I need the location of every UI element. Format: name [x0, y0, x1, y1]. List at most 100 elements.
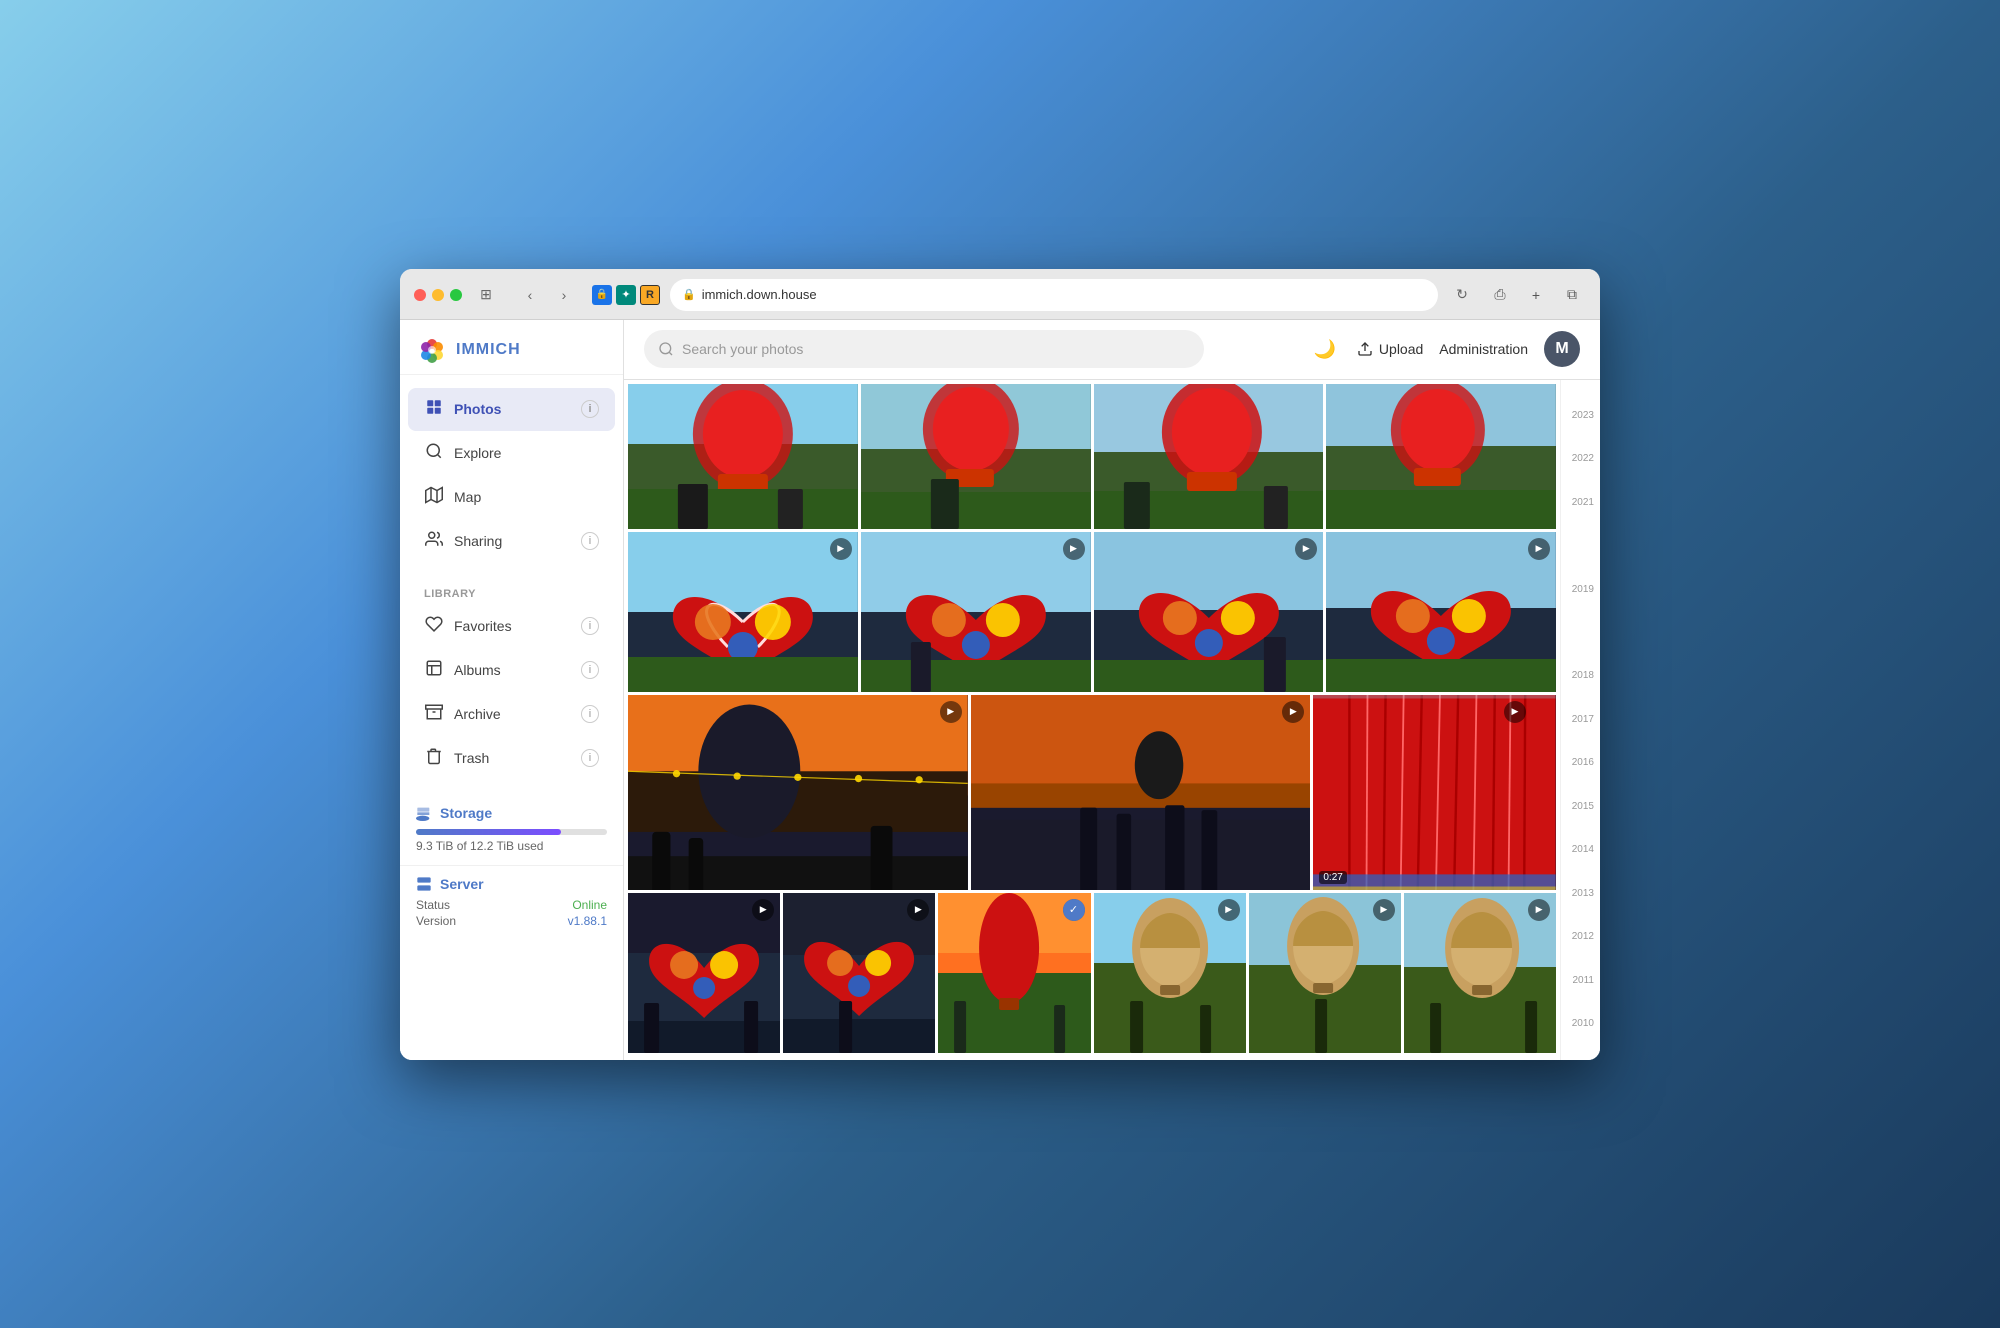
sidebar-item-albums[interactable]: Albums i	[408, 649, 615, 692]
archive-label: Archive	[454, 706, 501, 722]
search-bar[interactable]: Search your photos	[644, 330, 1204, 368]
photos-icon	[424, 398, 444, 421]
add-tab-button[interactable]: +	[1522, 281, 1550, 309]
storage-title: Storage	[416, 805, 607, 821]
trash-info-icon[interactable]: i	[581, 749, 599, 767]
library-nav: Favorites i Albums i	[400, 605, 623, 793]
forward-button[interactable]: ›	[550, 281, 578, 309]
favorites-icon	[424, 615, 444, 638]
header-actions: 🌙 Upload Administration M	[1309, 331, 1580, 367]
year-marker-2019[interactable]: 2019	[1561, 584, 1600, 595]
photo-row-2: ▶	[628, 532, 1556, 692]
browser-action-buttons: ⎙ + ⧉	[1486, 281, 1586, 309]
year-marker-2021[interactable]: 2021	[1561, 497, 1600, 508]
lock-icon: 🔒	[682, 288, 696, 301]
photos-grid-container: ▶	[624, 380, 1600, 1060]
year-marker-2014[interactable]: 2014	[1561, 844, 1600, 855]
app-logo-icon	[416, 334, 448, 366]
ext-icon-2[interactable]: ✦	[616, 285, 636, 305]
server-status-row: Status Online	[416, 898, 607, 912]
year-marker-spacer1: ·	[1561, 540, 1600, 551]
photo-cell-p5[interactable]: ▶	[628, 532, 858, 692]
year-marker-2023[interactable]: 2023	[1561, 410, 1600, 421]
storage-usage-text: 9.3 TiB of 12.2 TiB used	[416, 839, 607, 853]
close-button[interactable]	[414, 289, 426, 301]
photo-cell-p11[interactable]: ▶ 0:27	[1313, 695, 1556, 890]
back-button[interactable]: ‹	[516, 281, 544, 309]
year-marker-2017[interactable]: 2017	[1561, 714, 1600, 725]
sidebar-item-favorites[interactable]: Favorites i	[408, 605, 615, 648]
administration-button[interactable]: Administration	[1439, 341, 1528, 357]
year-marker-2015[interactable]: 2015	[1561, 801, 1600, 812]
minimize-button[interactable]	[432, 289, 444, 301]
photo-cell-p7[interactable]: ▶	[1094, 532, 1324, 692]
library-section-label: LIBRARY	[400, 576, 623, 604]
user-avatar[interactable]: M	[1544, 331, 1580, 367]
year-marker-2013[interactable]: 2013	[1561, 888, 1600, 899]
sidebar-item-map[interactable]: Map	[408, 476, 615, 519]
server-icon	[416, 876, 432, 892]
photo-cell-p6[interactable]: ▶	[861, 532, 1091, 692]
photo-cell-p3[interactable]	[1094, 384, 1324, 529]
map-label: Map	[454, 489, 481, 505]
favorites-info-icon[interactable]: i	[581, 617, 599, 635]
photo-cell-p4[interactable]	[1326, 384, 1556, 529]
server-status-value: Online	[572, 898, 607, 912]
sidebar-item-trash[interactable]: Trash i	[408, 737, 615, 780]
ext-icon-3[interactable]: R	[640, 285, 660, 305]
explore-icon	[424, 442, 444, 465]
year-marker-spacer2: ·	[1561, 627, 1600, 638]
search-icon	[658, 341, 674, 357]
explore-label: Explore	[454, 445, 501, 461]
sidebar-logo-area: IMMICH	[400, 320, 623, 375]
server-version-row: Version v1.88.1	[416, 914, 607, 928]
year-marker-2010[interactable]: 2010	[1561, 1018, 1600, 1029]
sidebar-content: Photos i Explore	[400, 375, 623, 1060]
ext-icon-1[interactable]: 🔒	[592, 285, 612, 305]
photos-grid: ▶	[624, 380, 1560, 1060]
sidebar-item-archive[interactable]: Archive i	[408, 693, 615, 736]
sidebar-item-sharing[interactable]: Sharing i	[408, 520, 615, 563]
archive-info-icon[interactable]: i	[581, 705, 599, 723]
address-bar[interactable]: 🔒 immich.down.house	[670, 279, 1438, 311]
maximize-button[interactable]	[450, 289, 462, 301]
photos-info-icon[interactable]: i	[581, 400, 599, 418]
app-logo-text: IMMICH	[456, 341, 521, 359]
sharing-info-icon[interactable]: i	[581, 532, 599, 550]
year-marker-2018[interactable]: 2018	[1561, 670, 1600, 681]
upload-button[interactable]: Upload	[1357, 341, 1423, 357]
photo-cell-p15[interactable]: ▶	[1094, 893, 1246, 1053]
search-placeholder: Search your photos	[682, 341, 803, 357]
photo-cell-p9[interactable]: ▶	[628, 695, 968, 890]
sidebar-nav: Photos i Explore	[400, 375, 623, 576]
photo-cell-p14[interactable]: ▶ ✓	[938, 893, 1090, 1053]
sidebar-item-photos[interactable]: Photos i	[408, 388, 615, 431]
server-title: Server	[416, 876, 607, 892]
albums-info-icon[interactable]: i	[581, 661, 599, 679]
storage-section: Storage 9.3 TiB of 12.2 TiB used	[400, 793, 623, 865]
dark-mode-button[interactable]: 🌙	[1309, 333, 1341, 365]
photo-cell-p13[interactable]: ▶	[783, 893, 935, 1053]
photo-cell-p2[interactable]	[861, 384, 1091, 529]
year-marker-2012[interactable]: 2012	[1561, 931, 1600, 942]
photo-cell-p8[interactable]: ▶	[1326, 532, 1556, 692]
photos-label: Photos	[454, 401, 501, 417]
year-marker-2022[interactable]: 2022	[1561, 453, 1600, 464]
share-button[interactable]: ⎙	[1486, 281, 1514, 309]
year-marker-2011[interactable]: 2011	[1561, 975, 1600, 986]
sharing-label: Sharing	[454, 533, 502, 549]
reload-button[interactable]: ↻	[1448, 281, 1476, 309]
photo-cell-p12[interactable]: ▶	[628, 893, 780, 1053]
photo-cell-p16[interactable]: ▶	[1249, 893, 1401, 1053]
year-marker-2016[interactable]: 2016	[1561, 757, 1600, 768]
extension-icons: 🔒 ✦ R	[592, 285, 660, 305]
photo-cell-p10[interactable]: ▶	[971, 695, 1311, 890]
photo-cell-p1[interactable]	[628, 384, 858, 529]
sidebar-item-explore[interactable]: Explore	[408, 432, 615, 475]
tabs-button[interactable]: ⧉	[1558, 281, 1586, 309]
server-section: Server Status Online Version v1.88.1	[400, 865, 623, 944]
photo-cell-p17[interactable]: ▶	[1404, 893, 1556, 1053]
sidebar-toggle-button[interactable]: ⊞	[472, 281, 500, 309]
app-header: Search your photos 🌙 Upload Administrati…	[624, 320, 1600, 380]
traffic-lights	[414, 289, 462, 301]
